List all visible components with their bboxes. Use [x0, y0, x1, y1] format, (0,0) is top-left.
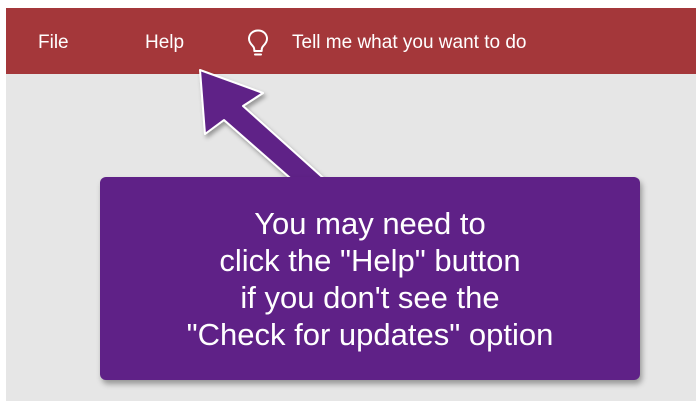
callout-line: if you don't see the [240, 279, 500, 315]
callout-line: click the "Help" button [219, 242, 521, 278]
tell-me-search[interactable]: Tell me what you want to do [246, 8, 526, 74]
lightbulb-icon [248, 29, 268, 56]
callout-text: You may need to click the "Help" button … [187, 205, 554, 353]
tell-me-label: Tell me what you want to do [292, 32, 527, 53]
instruction-callout: You may need to click the "Help" button … [100, 177, 640, 380]
callout-line: "Check for updates" option [186, 316, 554, 352]
callout-line: You may need to [254, 205, 486, 241]
ribbon-menu-bar: File Help Tell me what you want to do [6, 8, 696, 74]
file-menu-button[interactable]: File [38, 8, 69, 74]
help-menu-button[interactable]: Help [145, 8, 184, 74]
